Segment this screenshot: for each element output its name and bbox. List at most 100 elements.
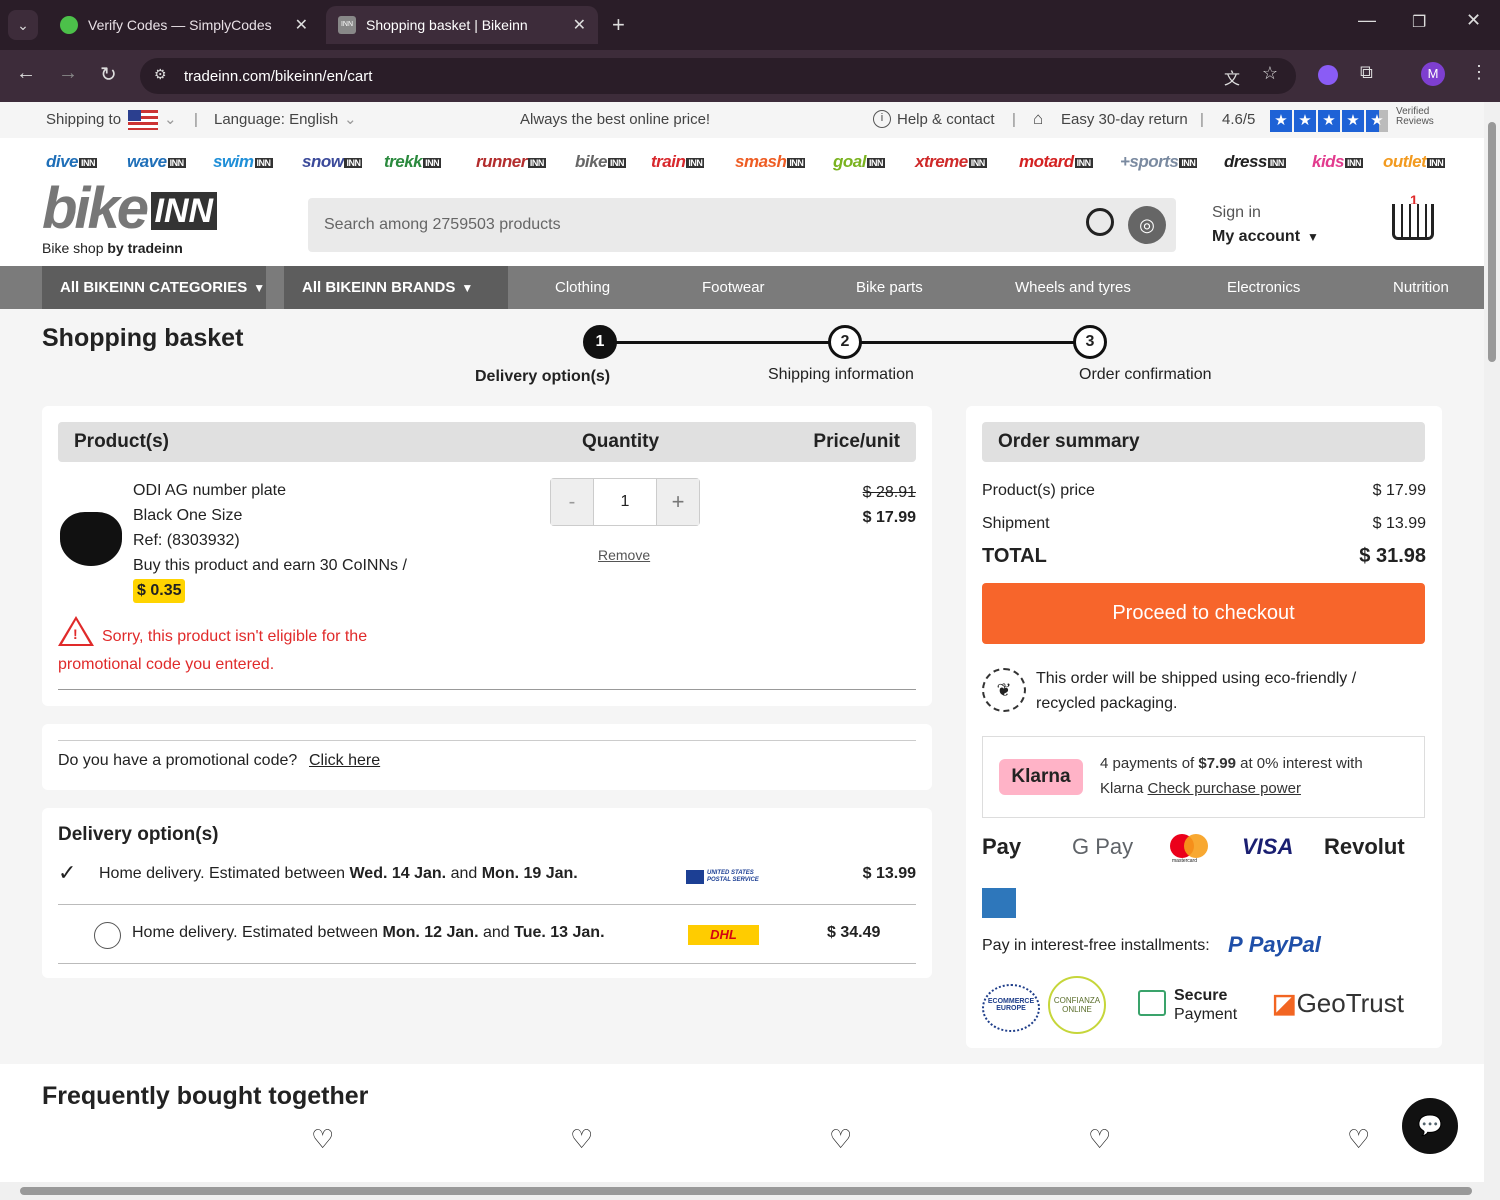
- revolut-logo: Revolut: [1324, 834, 1405, 859]
- product-name[interactable]: ODI AG number plate: [133, 482, 286, 500]
- site-settings-icon[interactable]: ⚙: [154, 66, 167, 83]
- brand-link-trekk[interactable]: trekk INN: [384, 152, 442, 172]
- brand-link-motard[interactable]: motard INN: [1019, 152, 1093, 172]
- all-brands-button[interactable]: All BIKEINN BRANDS ▼: [284, 266, 508, 309]
- check-purchase-power-link[interactable]: Check purchase power: [1148, 780, 1301, 797]
- nav-clothing[interactable]: Clothing: [555, 279, 610, 296]
- close-window-button[interactable]: ✕: [1466, 10, 1481, 31]
- increase-button[interactable]: +: [657, 479, 699, 525]
- horizontal-scrollbar[interactable]: [0, 1182, 1500, 1200]
- products-header: Product(s) Quantity Price/unit: [58, 422, 916, 462]
- back-arrow-icon[interactable]: ←: [16, 62, 36, 85]
- brand-link-goal[interactable]: goal INN: [833, 152, 885, 172]
- brand-link-kids[interactable]: kids INN: [1312, 152, 1364, 172]
- brand-link-snow[interactable]: snow INN: [302, 152, 363, 172]
- favorite-heart-icon[interactable]: ♡: [1088, 1124, 1111, 1155]
- nav-wheels-tyres[interactable]: Wheels and tyres: [1015, 279, 1131, 296]
- new-tab-button[interactable]: +: [612, 12, 625, 38]
- all-categories-button[interactable]: All BIKEINN CATEGORIES ▼: [42, 266, 266, 309]
- promo-click-here-link[interactable]: Click here: [309, 752, 380, 770]
- brand-link-xtreme[interactable]: xtreme INN: [915, 152, 987, 172]
- nav-electronics[interactable]: Electronics: [1227, 279, 1300, 296]
- brand-link-train[interactable]: train INN: [651, 152, 705, 172]
- sign-in-link[interactable]: Sign in: [1212, 204, 1261, 222]
- minimize-button[interactable]: —: [1358, 10, 1376, 31]
- chevron-down-icon[interactable]: ⌄: [164, 110, 177, 128]
- close-tab-icon[interactable]: ✕: [295, 15, 308, 35]
- brand-link-runner[interactable]: runner INN: [476, 152, 546, 172]
- camera-icon[interactable]: ◎: [1128, 206, 1166, 244]
- info-icon: i: [873, 110, 891, 128]
- brand-link-outlet[interactable]: outlet INN: [1383, 152, 1446, 172]
- easy-return-link[interactable]: Easy 30-day return: [1061, 111, 1188, 128]
- my-account-link[interactable]: My account: [1212, 228, 1300, 246]
- address-bar[interactable]: ⚙ tradeinn.com/bikeinn/en/cart 文 ☆: [140, 58, 1296, 94]
- forward-arrow-icon[interactable]: →: [58, 62, 78, 85]
- favorite-heart-icon[interactable]: ♡: [311, 1124, 334, 1155]
- reload-icon[interactable]: ↻: [100, 62, 117, 87]
- radio-button[interactable]: [94, 922, 121, 949]
- nav-bike-parts[interactable]: Bike parts: [856, 279, 923, 296]
- confianza-online-logo: CONFIANZA ONLINE: [1048, 976, 1106, 1034]
- remove-link[interactable]: Remove: [598, 547, 650, 563]
- restore-button[interactable]: ❐: [1412, 12, 1426, 32]
- profile-avatar[interactable]: M: [1421, 62, 1445, 86]
- delivery-option-2[interactable]: Home delivery. Estimated between Mon. 12…: [132, 924, 605, 942]
- quantity-stepper: - 1 +: [550, 478, 700, 526]
- tab-search-button[interactable]: ⌄: [8, 10, 38, 40]
- tab-simplycodes[interactable]: Verify Codes — SimplyCodes ✕: [48, 6, 320, 44]
- caret-down-icon[interactable]: ▼: [1307, 230, 1319, 244]
- delivery-option-1[interactable]: Home delivery. Estimated between Wed. 14…: [99, 865, 578, 883]
- quantity-input[interactable]: 1: [593, 479, 657, 525]
- brand-link-swim[interactable]: swim INN: [213, 152, 273, 172]
- divider: [58, 740, 916, 741]
- nav-nutrition[interactable]: Nutrition: [1393, 279, 1449, 296]
- brand-link-bike[interactable]: bike INN: [575, 152, 627, 172]
- help-contact-link[interactable]: Help & contact: [897, 111, 995, 128]
- us-flag-icon[interactable]: [128, 110, 158, 130]
- extensions-puzzle-icon[interactable]: ⧉: [1360, 62, 1373, 83]
- brand-link-dress[interactable]: dress INN: [1224, 152, 1286, 172]
- star-icon: ★: [1294, 110, 1316, 132]
- decrease-button[interactable]: -: [551, 479, 593, 525]
- scrollbar-thumb[interactable]: [1488, 122, 1496, 362]
- promo-warning-line2: promotional code you entered.: [58, 656, 275, 673]
- search-icon[interactable]: [1086, 208, 1114, 236]
- simplycodes-favicon-icon: [60, 16, 78, 34]
- unit-price: $ 17.99: [862, 509, 916, 526]
- favorite-heart-icon[interactable]: ♡: [570, 1124, 593, 1155]
- close-tab-icon[interactable]: ✕: [573, 15, 586, 35]
- step-1-circle: 1: [583, 325, 617, 359]
- search-input[interactable]: Search among 2759503 products ◎: [308, 198, 1176, 252]
- tab-bikeinn[interactable]: INN Shopping basket | Bikeinn ✕: [326, 6, 598, 44]
- brand-link-wave[interactable]: wave INN: [127, 152, 186, 172]
- brand-link-plussports[interactable]: +sports INN: [1120, 152, 1198, 172]
- proceed-to-checkout-button[interactable]: Proceed to checkout: [982, 583, 1425, 644]
- translate-icon[interactable]: 文: [1224, 65, 1240, 89]
- google-pay-logo: G Pay: [1072, 834, 1134, 859]
- step-2-label: Shipping information: [768, 366, 914, 383]
- products-card: Product(s) Quantity Price/unit ODI AG nu…: [42, 406, 932, 706]
- nav-footwear[interactable]: Footwear: [702, 279, 765, 296]
- scrollbar-thumb[interactable]: [20, 1187, 1472, 1195]
- page-viewport: Shipping to ⌄ | Language: English ⌄ Alwa…: [0, 102, 1484, 1182]
- klarna-text: 4 payments of $7.99 at 0% interest with: [1100, 755, 1363, 772]
- language-selector[interactable]: Language: English: [214, 111, 338, 128]
- cart-icon[interactable]: [1392, 204, 1434, 240]
- vertical-scrollbar[interactable]: [1484, 102, 1500, 1182]
- product-image[interactable]: [60, 512, 122, 566]
- chevron-down-icon[interactable]: ⌄: [344, 110, 357, 128]
- recommendations-section: Frequently bought together: [0, 1064, 1484, 1182]
- extension-icon[interactable]: [1318, 65, 1338, 85]
- bookmark-star-icon[interactable]: ☆: [1262, 63, 1278, 84]
- favorite-heart-icon[interactable]: ♡: [1347, 1124, 1370, 1155]
- favorite-heart-icon[interactable]: ♡: [829, 1124, 852, 1155]
- usps-logo: UNITED STATES POSTAL SERVICE: [686, 870, 766, 884]
- bikeinn-logo[interactable]: bike INN: [42, 180, 218, 238]
- brand-link-smash[interactable]: smash INN: [735, 152, 806, 172]
- checkmark-icon[interactable]: ✓: [58, 860, 76, 886]
- chat-button[interactable]: 💬: [1402, 1098, 1458, 1154]
- brand-link-dive[interactable]: dive INN: [46, 152, 98, 172]
- logo-text: bike: [42, 176, 149, 241]
- browser-menu-icon[interactable]: ⋮: [1470, 62, 1488, 83]
